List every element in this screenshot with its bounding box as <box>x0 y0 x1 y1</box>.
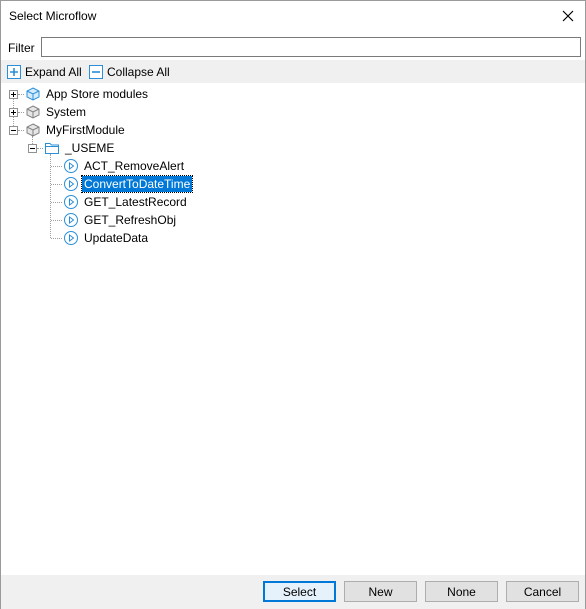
tree-node-system[interactable]: System <box>25 103 88 121</box>
title-bar: Select Microflow <box>1 1 585 32</box>
tree-node-label: MyFirstModule <box>46 123 125 137</box>
new-button[interactable]: New <box>344 581 417 602</box>
tree-node-folder-useme[interactable]: _USEME <box>44 139 116 157</box>
close-icon <box>562 10 574 22</box>
microflow-label: GET_RefreshObj <box>84 213 177 227</box>
module-box-icon <box>26 123 40 137</box>
tree-line <box>37 148 43 149</box>
module-box-icon <box>26 105 40 119</box>
microflow-icon <box>64 195 78 209</box>
expand-icon <box>7 64 21 79</box>
microflow-icon <box>64 177 78 191</box>
collapse-all-button[interactable]: Collapse All <box>89 63 170 80</box>
tree-node-label: _USEME <box>65 141 115 155</box>
tree-node-microflow[interactable]: ACT_RemoveAlert <box>63 157 186 175</box>
dialog-footer: Select New None Cancel <box>1 575 585 609</box>
select-button[interactable]: Select <box>263 581 336 602</box>
microflow-tree: App Store modules System MyFirstModule _… <box>1 84 585 574</box>
tree-node-label: System <box>46 105 87 119</box>
tree-toolbar: Expand All Collapse All <box>1 60 585 83</box>
filter-label: Filter <box>8 41 35 55</box>
microflow-label: UpdateData <box>84 231 149 245</box>
expand-toggle-icon[interactable] <box>9 90 18 99</box>
tree-line <box>18 112 24 113</box>
collapse-toggle-icon[interactable] <box>9 126 18 135</box>
tree-node-myfirstmodule[interactable]: MyFirstModule <box>25 121 127 139</box>
microflow-icon <box>64 231 78 245</box>
filter-row: Filter <box>1 35 585 59</box>
tree-node-microflow[interactable]: UpdateData <box>63 229 150 247</box>
none-button[interactable]: None <box>425 581 498 602</box>
expand-all-button[interactable]: Expand All <box>7 63 82 80</box>
tree-node-label: App Store modules <box>46 87 149 101</box>
cancel-button[interactable]: Cancel <box>506 581 579 602</box>
tree-node-microflow[interactable]: GET_LatestRecord <box>63 193 189 211</box>
microflow-icon <box>64 213 78 227</box>
collapse-toggle-icon[interactable] <box>28 144 37 153</box>
microflow-label: ACT_RemoveAlert <box>84 159 185 173</box>
close-button[interactable] <box>557 5 579 27</box>
microflow-label: GET_LatestRecord <box>84 195 187 209</box>
collapse-icon <box>89 64 103 79</box>
tree-line <box>18 94 24 95</box>
folder-icon <box>45 143 59 154</box>
filter-input[interactable] <box>41 37 581 57</box>
tree-node-app-store-modules[interactable]: App Store modules <box>25 85 150 103</box>
select-microflow-dialog: Select Microflow Filter Expand All Colla… <box>0 0 586 609</box>
tree-node-microflow[interactable]: GET_RefreshObj <box>63 211 178 229</box>
tree-line <box>51 166 62 167</box>
microflow-label: ConvertToDateTime <box>80 175 194 193</box>
expand-toggle-icon[interactable] <box>9 108 18 117</box>
tree-line <box>51 202 62 203</box>
tree-line <box>51 220 62 221</box>
microflow-icon <box>64 159 78 173</box>
tree-node-microflow-selected[interactable]: ConvertToDateTime <box>63 175 194 193</box>
tree-line <box>18 130 24 131</box>
module-box-icon <box>26 87 40 101</box>
dialog-title: Select Microflow <box>9 9 97 23</box>
collapse-all-label: Collapse All <box>107 64 170 79</box>
tree-line <box>51 238 62 239</box>
tree-line <box>51 184 62 185</box>
expand-all-label: Expand All <box>25 64 82 79</box>
